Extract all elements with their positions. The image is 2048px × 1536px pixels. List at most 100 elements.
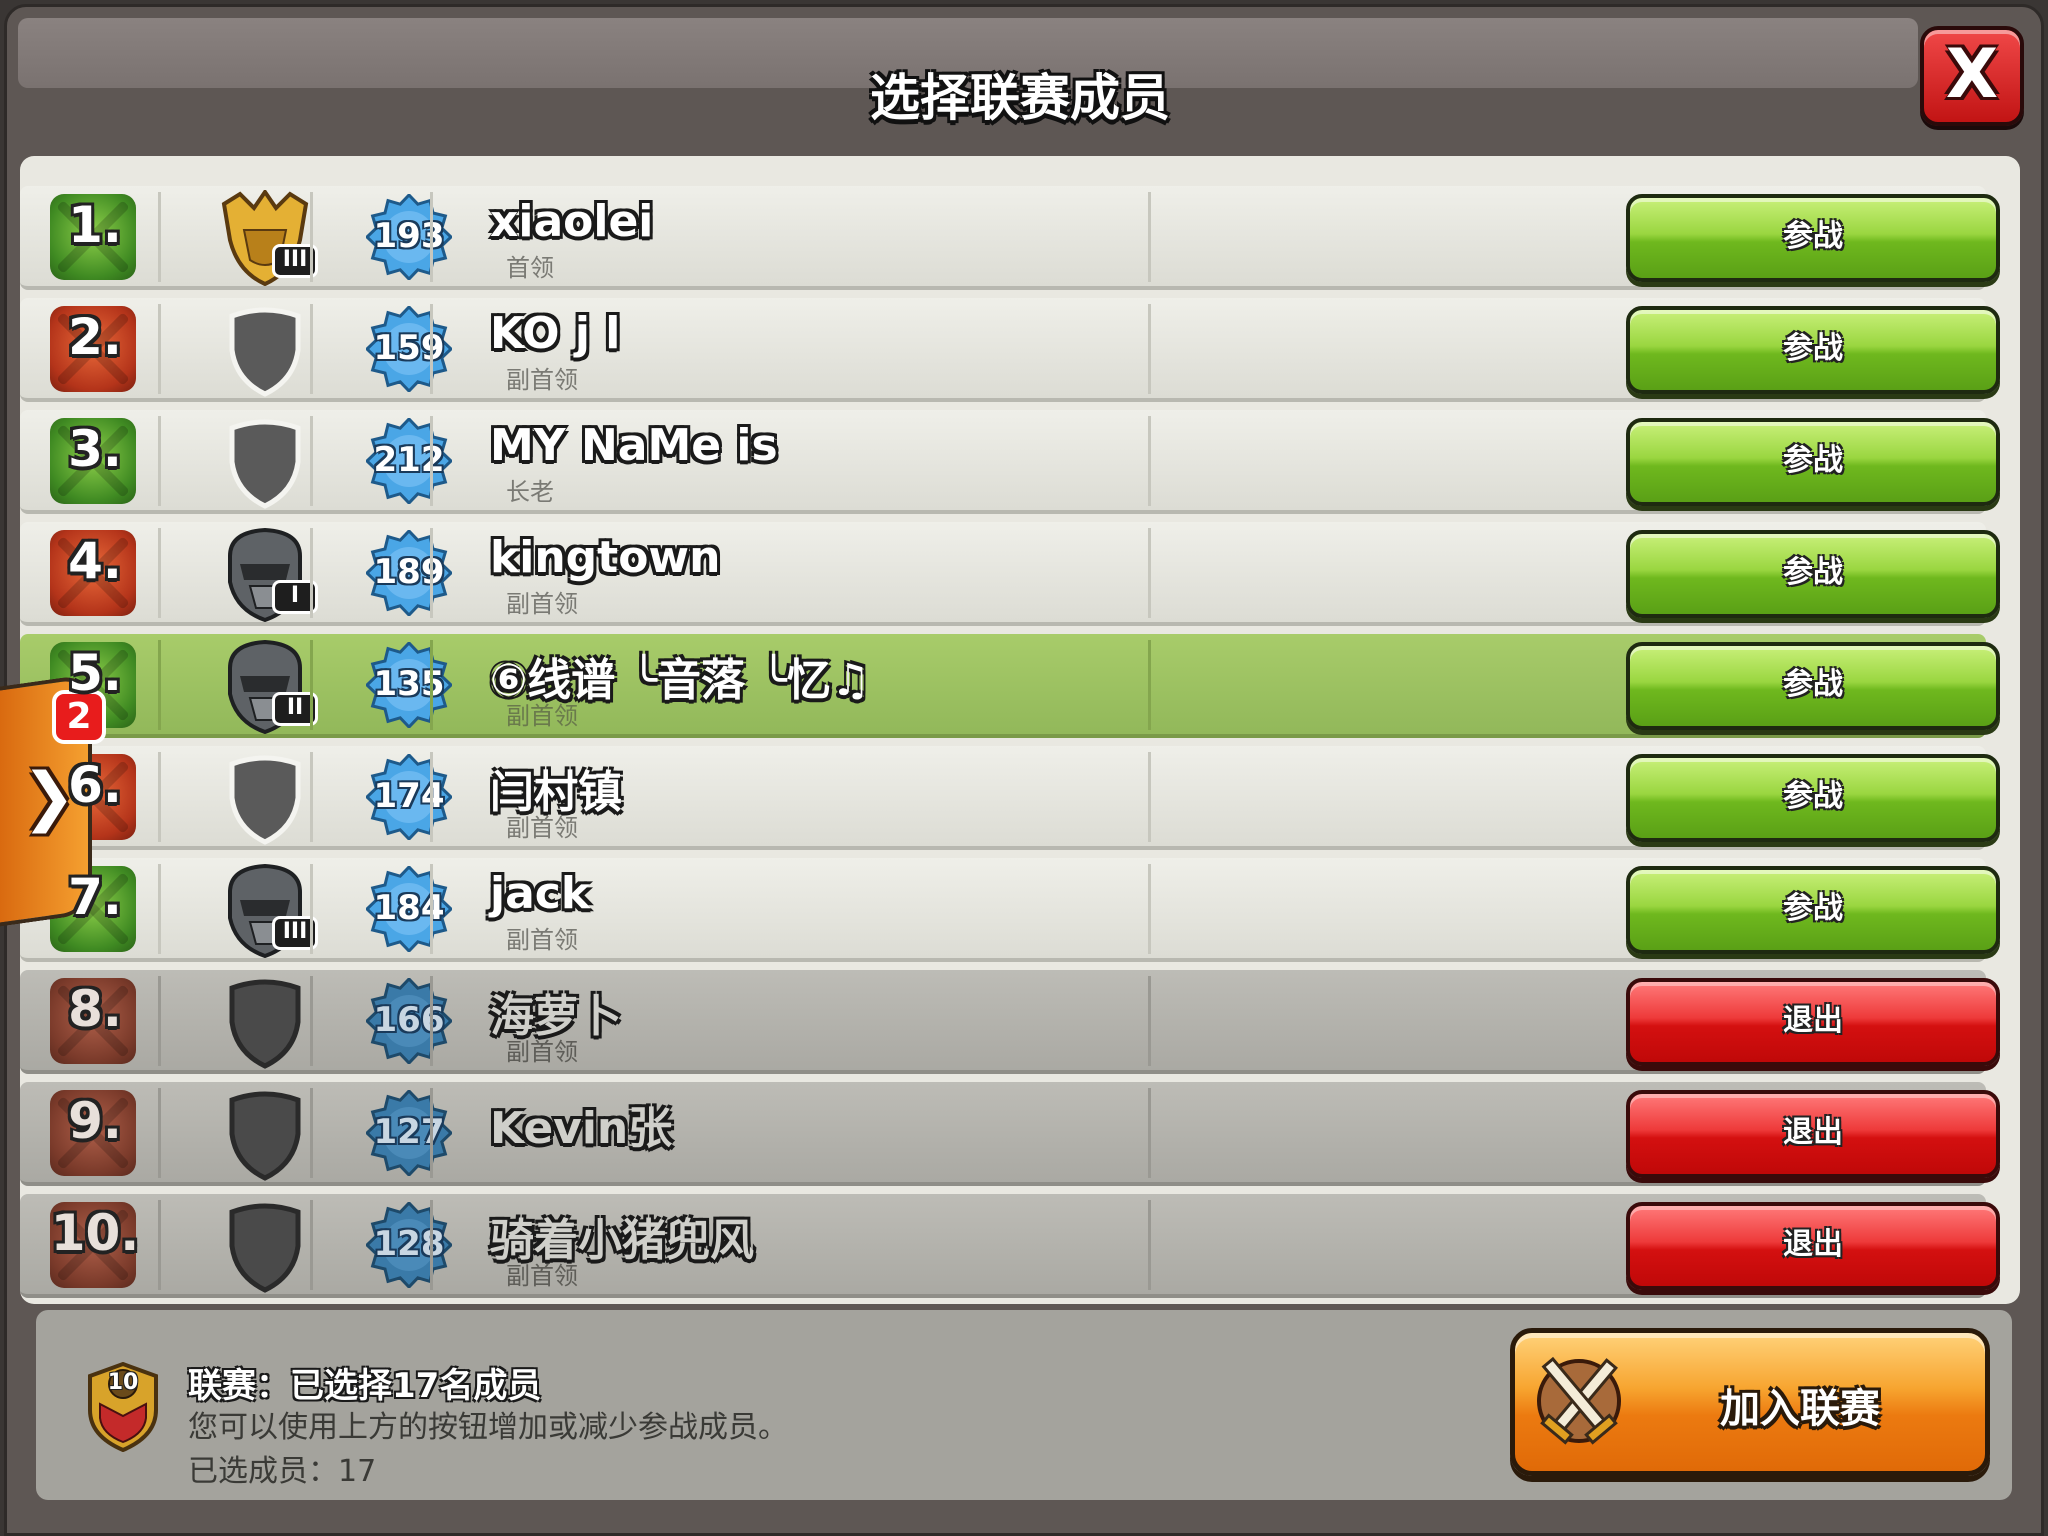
divider [1148, 528, 1151, 618]
divider [310, 528, 313, 618]
member-name: xiaolei [490, 196, 654, 247]
member-level: 193 [373, 216, 445, 256]
member-row: 1. III 193 xiaolei 首领 参战 [20, 186, 2000, 290]
divider [310, 1088, 313, 1178]
divider [430, 528, 433, 618]
divider [158, 1088, 161, 1178]
member-role: 长老 [506, 478, 554, 506]
selection-hint: 您可以使用上方的按钮增加或减少参战成员。 [188, 1410, 788, 1445]
divider [158, 192, 161, 282]
member-rank: 8. [68, 980, 122, 1038]
divider [430, 864, 433, 954]
member-row: 2. 159 KO j l 副首领 参战 [20, 298, 2000, 402]
selected-summary: 联赛：已选择17名成员 [188, 1366, 542, 1406]
crossed-swords-icon [1524, 1338, 1634, 1464]
member-level: 159 [373, 328, 445, 368]
divider [430, 192, 433, 282]
member-row: 8. 166 海萝卜 副首领 退出 [20, 970, 2000, 1074]
member-level: 189 [373, 552, 445, 592]
member-row: 7. III 184 jack 副首领 参战 [20, 858, 2000, 962]
member-name: KO j l [490, 308, 621, 359]
member-level: 166 [373, 1000, 445, 1040]
divider [430, 304, 433, 394]
divider [310, 304, 313, 394]
member-row: 10. 128 骑着小猪兜风 副首领 退出 [20, 1194, 2000, 1298]
member-rank: 3. [68, 420, 122, 478]
opt-in-button[interactable]: 参战 [1626, 306, 2000, 394]
opt-in-button[interactable]: 参战 [1626, 530, 2000, 618]
selected-count: 已选成员：17 [188, 1454, 377, 1489]
divider [310, 1200, 313, 1290]
member-role: 副首领 [506, 590, 578, 618]
divider [430, 1088, 433, 1178]
opt-out-button[interactable]: 退出 [1626, 1090, 2000, 1178]
member-row: 9. 127 Kevin张 退出 [20, 1082, 2000, 1186]
divider [1148, 640, 1151, 730]
member-role: 首领 [506, 254, 554, 282]
member-level: 212 [373, 440, 445, 480]
opt-in-button[interactable]: 参战 [1626, 418, 2000, 506]
opt-in-button[interactable]: 参战 [1626, 642, 2000, 730]
divider [1148, 416, 1151, 506]
opt-out-button[interactable]: 退出 [1626, 978, 2000, 1066]
member-name: kingtown [490, 532, 721, 583]
member-name: jack [490, 868, 591, 919]
divider [1148, 304, 1151, 394]
divider [310, 416, 313, 506]
member-rank: 1. [68, 196, 122, 254]
league-shield-icon [210, 750, 320, 846]
divider [310, 864, 313, 954]
opt-out-button[interactable]: 退出 [1626, 1202, 2000, 1290]
divider [1148, 192, 1151, 282]
member-level: 127 [373, 1112, 445, 1152]
divider [310, 976, 313, 1066]
member-rank: 5. [68, 644, 122, 702]
league-shield-icon [210, 1198, 320, 1294]
divider [158, 416, 161, 506]
member-rank: 9. [68, 1092, 122, 1150]
divider [1148, 976, 1151, 1066]
divider [430, 416, 433, 506]
member-rank: 10. [50, 1204, 140, 1262]
opt-in-button[interactable]: 参战 [1626, 194, 2000, 282]
divider [430, 976, 433, 1066]
divider [158, 304, 161, 394]
member-rank: 4. [68, 532, 122, 590]
member-row: 5. II 135 ⑥线谱 ╰音落 ╰忆♫ 副首领 参战 [20, 634, 2000, 738]
member-role: 副首领 [506, 1038, 578, 1066]
dialog-title: 选择联赛成员 [870, 69, 1170, 127]
league-shield-icon [210, 1086, 320, 1182]
member-level: 135 [373, 664, 445, 704]
member-level: 184 [373, 888, 445, 928]
member-level: 174 [373, 776, 445, 816]
member-role: 副首领 [506, 1262, 578, 1290]
divider [310, 752, 313, 842]
divider [1148, 752, 1151, 842]
member-row: 4. I 189 kingtown 副首领 参战 [20, 522, 2000, 626]
divider [158, 640, 161, 730]
member-role: 副首领 [506, 814, 578, 842]
member-name: MY NaMe is [490, 420, 778, 471]
opt-in-button[interactable]: 参战 [1626, 754, 2000, 842]
member-rank: 2. [68, 308, 122, 366]
member-row: 6. 174 闫村镇 副首领 参战 [20, 746, 2000, 850]
clan-level: 10 [107, 1370, 139, 1395]
divider [430, 640, 433, 730]
divider [158, 864, 161, 954]
divider [158, 1200, 161, 1290]
join-league-label: 加入联赛 [1720, 1386, 1880, 1432]
divider [158, 528, 161, 618]
member-rank: 6. [68, 756, 122, 814]
divider [310, 192, 313, 282]
league-shield-icon [210, 302, 320, 398]
divider [158, 752, 161, 842]
divider [430, 1200, 433, 1290]
member-role: 副首领 [506, 926, 578, 954]
divider [1148, 864, 1151, 954]
opt-in-button[interactable]: 参战 [1626, 866, 2000, 954]
divider [1148, 1088, 1151, 1178]
divider [1148, 1200, 1151, 1290]
divider [430, 752, 433, 842]
member-name: Kevin张 [490, 1103, 673, 1154]
close-button[interactable]: X [1920, 26, 2024, 126]
